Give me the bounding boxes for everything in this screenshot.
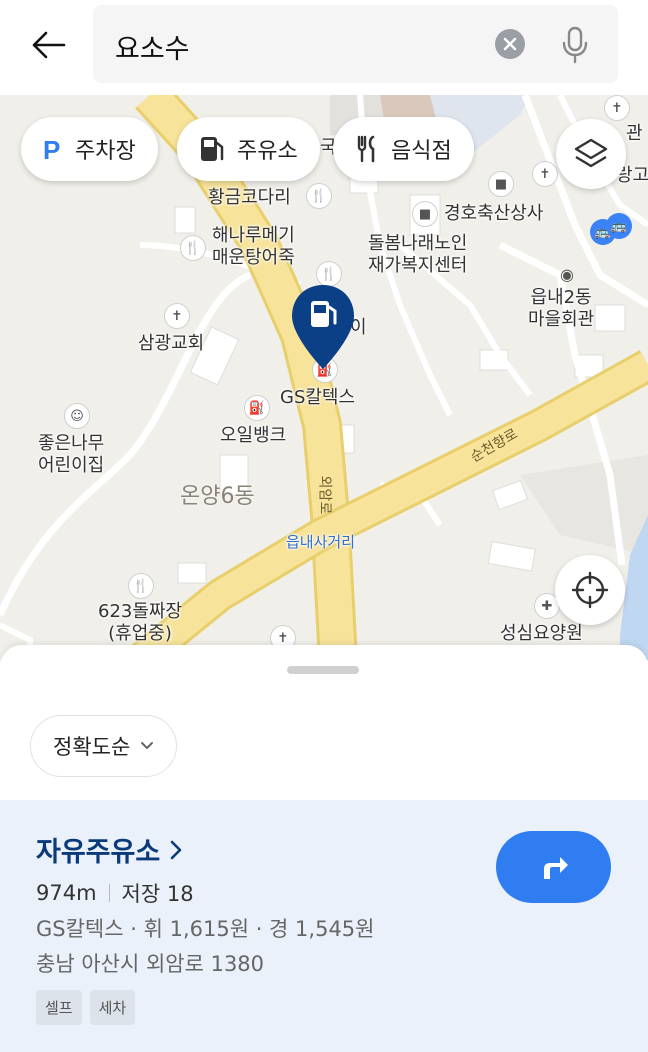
back-button[interactable] xyxy=(26,22,72,68)
back-arrow-icon xyxy=(32,31,66,59)
selected-location-pin[interactable] xyxy=(290,283,356,371)
poi-haenaru-label: 해나루메기 매운탕어죽 xyxy=(212,225,295,268)
poi-seongsim[interactable]: 성심요양원 xyxy=(500,623,583,645)
poi-crossing[interactable]: 읍내사거리 xyxy=(286,533,355,551)
voice-search-button[interactable] xyxy=(555,23,595,67)
gas-station-icon xyxy=(199,135,225,163)
district-label: 온양6동 xyxy=(180,484,255,509)
shop-poi-icon[interactable]: ■ xyxy=(412,201,438,227)
restaurant-icon xyxy=(355,135,379,163)
restaurant-poi-icon[interactable]: 🍴 xyxy=(306,183,332,209)
crosshair-icon xyxy=(571,571,609,609)
poi-joeun-label: 좋은나무 어린이집 xyxy=(38,433,105,476)
tag-carwash: 세차 xyxy=(89,990,136,1025)
poi-haenaru[interactable]: 해나루메기 매운탕어죽 xyxy=(212,225,295,268)
sheet-drag-handle[interactable] xyxy=(287,666,359,674)
poi-oilbank[interactable]: 오일뱅크 xyxy=(220,425,286,447)
current-location-button[interactable] xyxy=(555,555,625,625)
sort-dropdown[interactable]: 정확도순 xyxy=(30,715,178,777)
filter-chip-label: 주차장 xyxy=(75,139,136,164)
poi-gs[interactable]: GS칼텍스 xyxy=(280,387,355,409)
poi-gyeongho[interactable]: 경호축산상사 xyxy=(444,203,543,225)
shop-poi-icon[interactable]: ■ xyxy=(488,171,514,197)
result-distance: 974m xyxy=(36,881,97,905)
svg-text:P: P xyxy=(43,137,60,161)
filter-chip-label: 주유소 xyxy=(237,139,298,164)
poi-eupnae[interactable]: 읍내2동 마을회관 xyxy=(528,287,594,330)
result-address: 충남 아산시 외암로 1380 xyxy=(36,952,265,976)
place-poi-icon[interactable]: ◉ xyxy=(554,261,580,287)
map-search-screen: 요소수 🍴 황금코다리 🍴 해나루메기 매운탕어죽 🍴 ■ 경호축산상사 돌봄나… xyxy=(0,0,648,1052)
bus-stop-icon[interactable]: 🚌 xyxy=(606,213,632,239)
church-poi-icon[interactable]: ✝ xyxy=(164,303,190,329)
result-prices: GS칼텍스 · 휘 1,615원 · 경 1,545원 xyxy=(36,917,375,941)
poi-dolbom[interactable]: 돌봄나래노인 재가복지센터 xyxy=(368,233,467,276)
result-name: 자유주유소 xyxy=(36,837,161,868)
result-meta: 974m 저장 18 xyxy=(36,878,194,908)
poi-partial-gwan[interactable]: 관 xyxy=(626,123,643,145)
search-input[interactable]: 요소수 xyxy=(93,5,618,83)
result-card[interactable]: 자유주유소 974m 저장 18 GS칼텍스 · 휘 1,615원 · 경 1,… xyxy=(0,800,648,1052)
result-title[interactable]: 자유주유소 xyxy=(36,830,182,869)
church-poi-icon[interactable]: ✝ xyxy=(532,161,558,187)
road-name-oeam: 외암로 xyxy=(316,475,333,515)
poi-eupnae-label: 읍내2동 마을회관 xyxy=(528,287,595,330)
poi-samgwang[interactable]: 삼광교회 xyxy=(138,333,204,355)
clear-search-button[interactable] xyxy=(495,29,525,59)
map-view[interactable]: 🍴 황금코다리 🍴 해나루메기 매운탕어죽 🍴 ■ 경호축산상사 돌봄나래노인 … xyxy=(0,95,648,660)
poi-hwanggeum[interactable]: 황금코다리 xyxy=(208,187,291,209)
gas-station-poi-icon[interactable]: ⛽ xyxy=(244,395,270,421)
search-query: 요소수 xyxy=(115,34,190,65)
poi-dolzzajang[interactable]: 623돌짜장 (휴업중) xyxy=(98,601,182,644)
divider xyxy=(108,884,110,902)
filter-chip-gas-station[interactable]: 주유소 xyxy=(177,117,320,181)
chevron-down-icon xyxy=(141,742,154,749)
church-poi-icon[interactable]: ✝ xyxy=(604,95,630,121)
layers-icon xyxy=(574,138,608,168)
restaurant-poi-icon[interactable]: 🍴 xyxy=(180,235,206,261)
close-icon xyxy=(503,37,517,51)
sort-label: 정확도순 xyxy=(53,735,131,759)
poi-dolzzajang-label: 623돌짜장 (휴업중) xyxy=(98,601,183,644)
poi-dolbom-label: 돌봄나래노인 재가복지센터 xyxy=(368,233,468,276)
restaurant-poi-icon[interactable]: 🍴 xyxy=(128,573,154,599)
filter-chip-restaurant[interactable]: 음식점 xyxy=(333,117,474,181)
poi-joeun[interactable]: 좋은나무 어린이집 xyxy=(38,433,104,476)
directions-button[interactable] xyxy=(496,831,611,903)
directions-arrow-icon xyxy=(543,857,568,879)
map-layers-button[interactable] xyxy=(556,119,626,189)
parking-icon: P xyxy=(43,137,63,161)
microphone-icon xyxy=(562,26,588,64)
result-tags: 셀프 세차 xyxy=(36,990,136,1025)
kindergarten-poi-icon[interactable]: ☺ xyxy=(64,403,90,429)
chevron-right-icon xyxy=(170,840,182,859)
filter-chip-parking[interactable]: P 주차장 xyxy=(21,117,158,181)
tag-self: 셀프 xyxy=(36,990,82,1025)
top-bar: 요소수 xyxy=(0,0,648,95)
filter-chip-label: 음식점 xyxy=(391,139,452,164)
result-location: 저장 18 xyxy=(121,882,194,906)
results-sheet: 정확도순 자유주유소 974m 저장 18 GS칼텍스 · 휘 1,615원 ·… xyxy=(0,645,648,1052)
